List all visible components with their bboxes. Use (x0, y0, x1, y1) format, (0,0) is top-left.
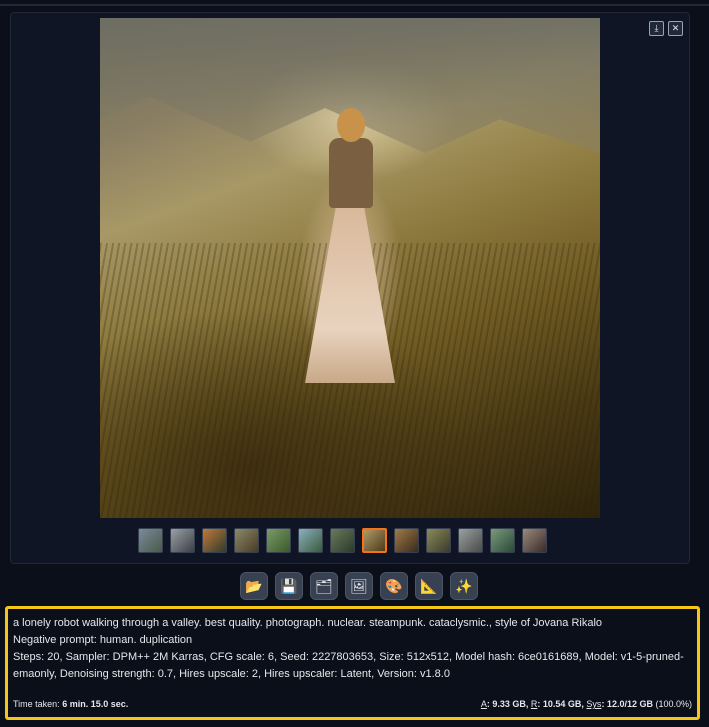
stats-footer: Time taken: 6 min. 15.0 sec. A: 9.33 GB,… (13, 696, 692, 713)
mem-sys-value: : 12.0/12 GB (601, 699, 653, 709)
open-folder-button[interactable]: 📂 (240, 572, 268, 600)
send-to-img2img-button[interactable]: 🖼 (345, 572, 373, 600)
top-divider (0, 4, 709, 6)
image-toolbar: ⤓ ✕ (649, 21, 683, 36)
thumbnail[interactable] (522, 528, 547, 553)
prompt-text: a lonely robot walking through a valley.… (13, 617, 603, 629)
thumbnail[interactable] (266, 528, 291, 553)
mem-r-value: : 10.54 GB, (537, 699, 587, 709)
image-gallery: ⤓ ✕ (10, 12, 690, 564)
download-icon[interactable]: ⤓ (649, 21, 664, 36)
zip-icon: 🗂 (315, 577, 333, 594)
close-icon[interactable]: ✕ (668, 21, 683, 36)
thumbnail-strip (138, 528, 547, 553)
send-to-extras-button[interactable]: 📐 (415, 572, 443, 600)
send-to-other-button[interactable]: ✨ (450, 572, 478, 600)
send-to-inpaint-button[interactable]: 🎨 (380, 572, 408, 600)
action-buttons: 📂 💾 🗂 🖼 🎨 📐 ✨ (240, 572, 478, 600)
generation-params-text: Steps: 20, Sampler: DPM++ 2M Karras, CFG… (13, 651, 684, 680)
thumbnail[interactable] (298, 528, 323, 553)
thumbnail[interactable] (330, 528, 355, 553)
memory-stats: A: 9.33 GB, R: 10.54 GB, Sys: 12.0/12 GB… (481, 696, 692, 713)
thumbnail-selected[interactable] (362, 528, 387, 553)
palette-icon: 🎨 (385, 577, 403, 594)
thumbnail[interactable] (202, 528, 227, 553)
thumbnail[interactable] (234, 528, 259, 553)
mem-sys-label: Sys (586, 699, 602, 709)
thumbnail[interactable] (490, 528, 515, 553)
generated-image[interactable] (100, 18, 600, 518)
generation-info: a lonely robot walking through a valley.… (5, 606, 700, 720)
folder-icon: 📂 (245, 577, 263, 594)
mem-percent: (100.0%) (652, 699, 692, 709)
thumbnail[interactable] (426, 528, 451, 553)
thumbnail[interactable] (394, 528, 419, 553)
mem-a-value: : 9.33 GB, (486, 699, 531, 709)
save-button[interactable]: 💾 (275, 572, 303, 600)
image-figure (305, 108, 395, 388)
thumbnail[interactable] (170, 528, 195, 553)
thumbnail[interactable] (138, 528, 163, 553)
negative-prompt-text: Negative prompt: human. duplication (13, 634, 193, 646)
thumbnail[interactable] (458, 528, 483, 553)
image-icon: 🖼 (350, 577, 368, 594)
zip-button[interactable]: 🗂 (310, 572, 338, 600)
sparkle-icon: ✨ (455, 577, 473, 594)
ruler-icon: 📐 (420, 577, 438, 594)
save-icon: 💾 (280, 577, 298, 594)
time-taken: Time taken: 6 min. 15.0 sec. (13, 699, 129, 709)
